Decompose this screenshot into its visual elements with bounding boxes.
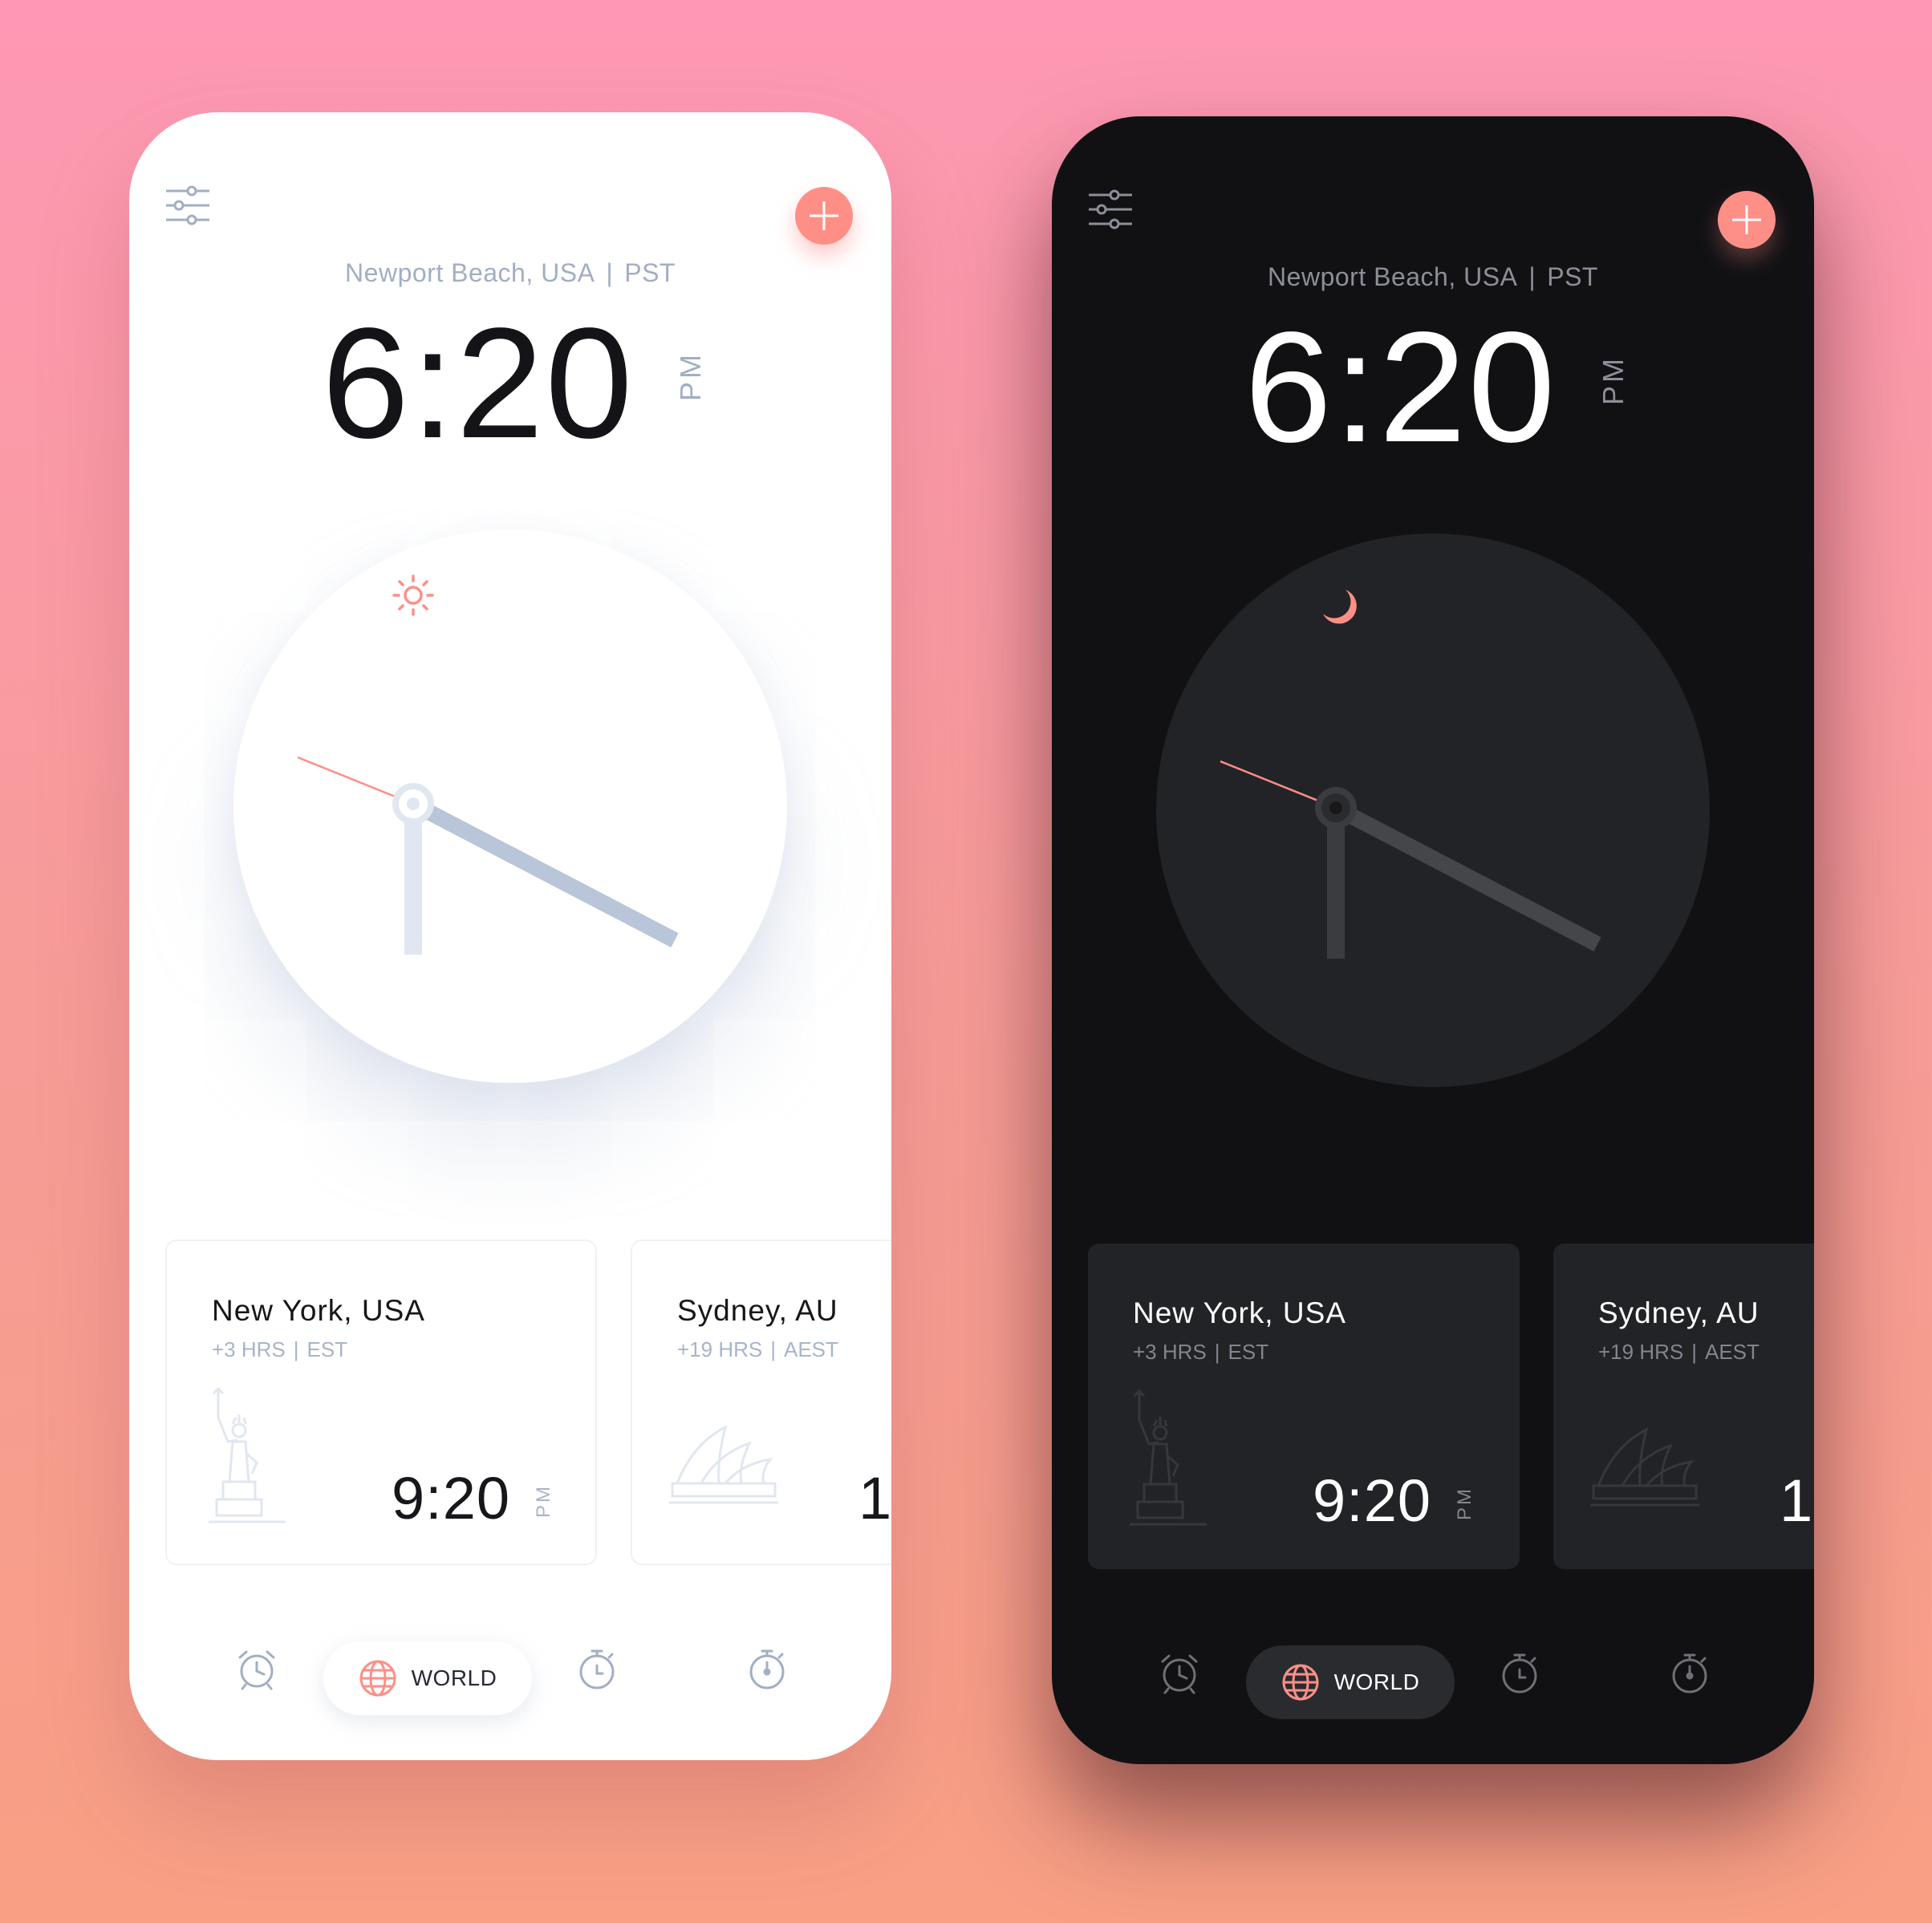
plus-icon <box>1732 205 1761 234</box>
card-ampm: PM <box>533 1484 554 1518</box>
light-screen: Newport Beach, USA | PST 6:20 PM New Yor… <box>129 112 891 1760</box>
settings-button[interactable] <box>1087 187 1134 233</box>
dark-screen: Newport Beach, USA | PST 6:20 PM New York,… <box>1052 116 1814 1764</box>
stopwatch-icon <box>1672 1653 1707 1694</box>
card-ampm: PM <box>1454 1487 1475 1520</box>
nav-world[interactable]: WORLD <box>1246 1645 1455 1719</box>
timezone-label: PST <box>624 258 676 287</box>
sliders-icon <box>166 185 209 225</box>
current-location: Newport Beach, USA | PST <box>129 258 891 288</box>
plus-icon <box>810 201 838 230</box>
world-clock-card[interactable]: New York, USA +3 HRS | EST 9:20 PM <box>1088 1243 1520 1569</box>
stopwatch-icon <box>749 1649 785 1690</box>
current-ampm: PM <box>1597 355 1630 405</box>
globe-icon <box>1282 1664 1319 1701</box>
sydney-opera-house-icon <box>669 1425 778 1504</box>
current-time: 6:20 <box>1244 299 1557 475</box>
bottom-nav: WORLD <box>1052 1625 1814 1721</box>
nav-alarm[interactable] <box>1156 1650 1203 1697</box>
nav-alarm[interactable] <box>233 1646 280 1693</box>
world-clock-card[interactable]: New York, USA +3 HRS | EST 9:20 PM <box>165 1239 597 1565</box>
separator: | <box>1528 262 1536 291</box>
card-city: Sydney, AU <box>1598 1296 1760 1329</box>
card-offset: +3 HRS | EST <box>1133 1340 1269 1364</box>
world-clock-card[interactable]: Sydney, AU +19 HRS | AEST 1 <box>631 1239 891 1565</box>
nav-world-label: WORLD <box>1333 1669 1420 1694</box>
current-ampm: PM <box>674 351 707 401</box>
nav-timer[interactable] <box>1496 1650 1543 1697</box>
analog-clock <box>1156 533 1710 1087</box>
sydney-opera-house-icon <box>1590 1427 1699 1507</box>
card-time: 9:20 <box>1313 1467 1432 1534</box>
sun-icon <box>392 574 434 616</box>
separator: | <box>606 258 614 287</box>
card-city: New York, USA <box>212 1294 425 1327</box>
nav-timer[interactable] <box>574 1646 620 1693</box>
statue-of-liberty-icon <box>209 1386 286 1523</box>
timezone-label: PST <box>1547 262 1598 291</box>
timer-icon <box>1502 1653 1537 1694</box>
nav-world[interactable]: WORLD <box>323 1641 532 1715</box>
nav-stopwatch[interactable] <box>1666 1650 1713 1697</box>
location-name: Newport Beach, USA <box>345 258 595 287</box>
world-clock-card[interactable]: Sydney, AU +19 HRS | AEST 1 <box>1553 1243 1814 1569</box>
current-time: 6:20 <box>322 295 635 471</box>
card-time: 9:20 <box>392 1465 511 1532</box>
card-time: 1 <box>858 1465 891 1532</box>
nav-world-label: WORLD <box>411 1665 497 1690</box>
nav-stopwatch[interactable] <box>744 1646 790 1693</box>
timer-icon <box>579 1649 615 1690</box>
analog-clock <box>233 529 787 1083</box>
statue-of-liberty-icon <box>1130 1389 1207 1526</box>
location-name: Newport Beach, USA <box>1268 262 1518 291</box>
card-offset: +19 HRS | AEST <box>1598 1340 1760 1364</box>
add-city-button[interactable] <box>795 187 853 245</box>
card-offset: +3 HRS | EST <box>212 1337 348 1361</box>
minute-hand <box>1332 801 1601 951</box>
sliders-icon <box>1089 189 1132 229</box>
card-city: Sydney, AU <box>677 1294 838 1327</box>
minute-hand <box>409 797 679 947</box>
card-offset: +19 HRS | AEST <box>677 1337 838 1361</box>
bottom-nav: WORLD <box>129 1621 891 1717</box>
alarm-icon <box>238 1650 275 1690</box>
globe-icon <box>359 1660 396 1697</box>
alarm-icon <box>1161 1654 1198 1694</box>
moon-icon <box>1323 590 1357 624</box>
card-time: 1 <box>1780 1467 1814 1534</box>
settings-button[interactable] <box>164 183 211 229</box>
card-city: New York, USA <box>1133 1296 1346 1329</box>
current-location: Newport Beach, USA | PST <box>1052 262 1814 292</box>
add-city-button[interactable] <box>1718 191 1776 249</box>
